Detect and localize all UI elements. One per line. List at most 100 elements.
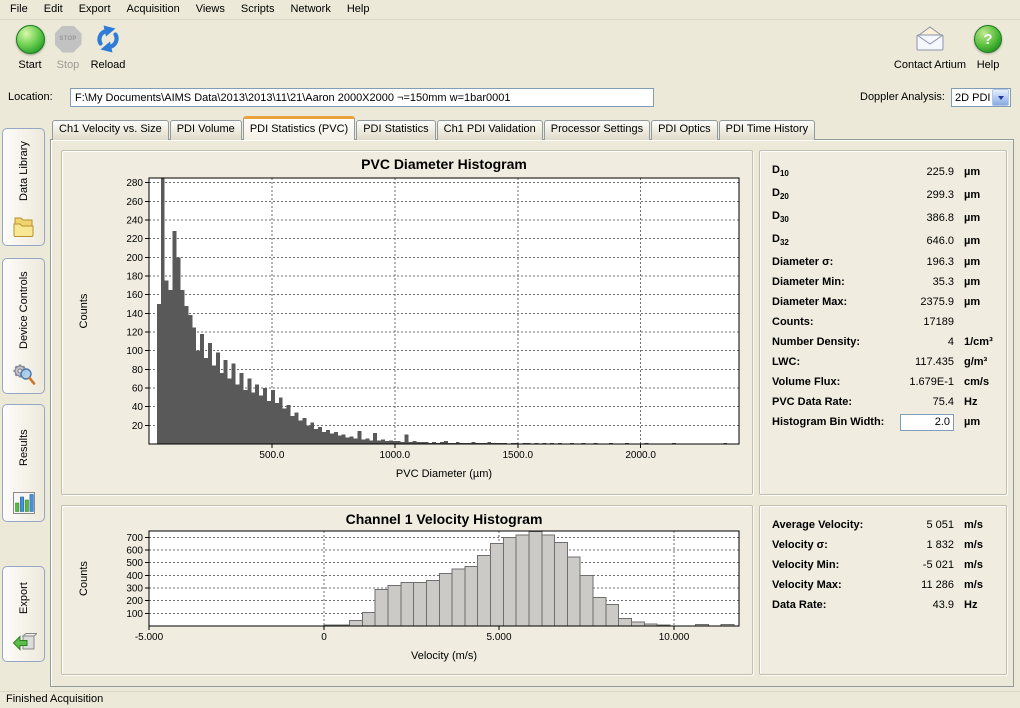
stat-label: Average Velocity:: [772, 519, 894, 531]
menu-export[interactable]: Export: [71, 1, 119, 18]
sidebar-item-label: Device Controls: [18, 259, 30, 362]
histogram-bin-width-input[interactable]: [900, 414, 954, 431]
status-text: Finished Acquisition: [6, 693, 103, 705]
stat-label: Velocity σ:: [772, 539, 894, 551]
sidebar-item-label: Results: [18, 405, 30, 490]
menu-acquisition[interactable]: Acquisition: [119, 1, 188, 18]
doppler-analysis-value: 2D PDI: [952, 92, 992, 104]
stat-unit: m/s: [954, 539, 996, 551]
help-button[interactable]: ? Help: [968, 22, 1008, 71]
sidebar-item-export[interactable]: Export: [2, 566, 45, 662]
stop-button[interactable]: STOP Stop: [50, 22, 86, 71]
sidebar-item-results[interactable]: Results: [2, 404, 45, 522]
app-window: FileEditExportAcquisitionViewsScriptsNet…: [0, 0, 1020, 708]
stat-label: Histogram Bin Width:: [772, 416, 894, 428]
sidebar-item-device-controls[interactable]: Device Controls: [2, 258, 45, 394]
stat-label: D20: [772, 187, 894, 201]
sidebar: Data Library Device Controls Results Export: [2, 119, 48, 686]
stat-label: Diameter σ:: [772, 256, 894, 268]
tab-pdi-optics[interactable]: PDI Optics: [651, 120, 718, 140]
svg-text:200: 200: [126, 253, 143, 264]
stat-unit: µm: [954, 166, 996, 178]
results-icon: [11, 490, 37, 516]
location-label: Location:: [8, 91, 53, 103]
location-input[interactable]: [70, 88, 654, 107]
stat-row: Average Velocity:5 051m/s: [772, 515, 996, 535]
stat-label: Volume Flux:: [772, 376, 894, 388]
chevron-down-icon[interactable]: [992, 89, 1009, 106]
stat-label: Velocity Max:: [772, 579, 894, 591]
stat-row: PVC Data Rate:75.4Hz: [772, 392, 996, 412]
reload-button-label: Reload: [86, 59, 130, 71]
chart-xlabel: Velocity (m/s): [411, 650, 477, 662]
stop-icon: STOP: [55, 26, 82, 53]
reload-button[interactable]: Reload: [86, 22, 130, 71]
svg-text:280: 280: [126, 178, 143, 189]
chart-ylabel: Counts: [78, 561, 90, 596]
svg-text:120: 120: [126, 328, 143, 339]
help-button-label: Help: [968, 59, 1008, 71]
stat-value: 299.3: [894, 189, 954, 201]
contact-artium-button[interactable]: Contact Artium: [892, 22, 968, 71]
menu-views[interactable]: Views: [188, 1, 233, 18]
stat-unit: µm: [954, 296, 996, 308]
pvc-stats-panel: D10225.9µmD20299.3µmD30386.8µmD32646.0µm…: [759, 150, 1007, 495]
stat-unit: m/s: [954, 559, 996, 571]
svg-text:300: 300: [126, 584, 143, 595]
svg-text:140: 140: [126, 309, 143, 320]
svg-text:240: 240: [126, 216, 143, 227]
svg-text:400: 400: [126, 571, 143, 582]
stat-row: Velocity σ:1 832m/s: [772, 535, 996, 555]
start-icon: [16, 25, 45, 54]
svg-text:500: 500: [126, 558, 143, 569]
stat-unit: g/m³: [954, 356, 996, 368]
menu-file[interactable]: File: [2, 1, 36, 18]
stat-value: 5 051: [894, 519, 954, 531]
menu-network[interactable]: Network: [282, 1, 338, 18]
stat-label: LWC:: [772, 356, 894, 368]
sidebar-item-label: Data Library: [18, 129, 30, 214]
tab-processor-settings[interactable]: Processor Settings: [544, 120, 650, 140]
tab-pdi-statistics[interactable]: PDI Statistics: [356, 120, 435, 140]
start-button[interactable]: Start: [10, 22, 50, 71]
stat-unit: µm: [954, 212, 996, 224]
stat-row: D30386.8µm: [772, 206, 996, 229]
svg-text:0: 0: [321, 632, 327, 643]
stat-row: Velocity Max:11 286m/s: [772, 575, 996, 595]
stat-value: 196.3: [894, 256, 954, 268]
stat-row: Data Rate:43.9Hz: [772, 595, 996, 615]
svg-text:1500.0: 1500.0: [502, 450, 533, 461]
stat-label: D30: [772, 210, 894, 224]
tab-ch1-velocity-vs-size[interactable]: Ch1 Velocity vs. Size: [52, 120, 169, 140]
tab-ch1-pdi-validation[interactable]: Ch1 PDI Validation: [437, 120, 543, 140]
svg-text:100: 100: [126, 346, 143, 357]
stat-value: 225.9: [894, 166, 954, 178]
stat-row: Volume Flux:1.679E-1cm/s: [772, 372, 996, 392]
stat-value: 4: [894, 336, 954, 348]
svg-text:200: 200: [126, 596, 143, 607]
stat-unit: µm: [954, 276, 996, 288]
stat-unit: 1/cm³: [954, 336, 996, 348]
stat-row: D20299.3µm: [772, 183, 996, 206]
stop-button-label: Stop: [50, 59, 86, 71]
stat-value: 11 286: [894, 579, 954, 591]
stat-value: 17189: [894, 316, 954, 328]
svg-text:160: 160: [126, 290, 143, 301]
sidebar-item-label: Export: [18, 567, 30, 630]
menu-help[interactable]: Help: [339, 1, 378, 18]
tab-pdi-statistics-pvc[interactable]: PDI Statistics (PVC): [243, 116, 355, 140]
folder-icon: [11, 214, 37, 240]
stat-row: Diameter σ:196.3µm: [772, 252, 996, 272]
doppler-analysis-select[interactable]: 2D PDI: [951, 88, 1011, 107]
stat-unit: µm: [954, 235, 996, 247]
menu-scripts[interactable]: Scripts: [233, 1, 283, 18]
stat-unit: m/s: [954, 519, 996, 531]
sidebar-item-data-library[interactable]: Data Library: [2, 128, 45, 246]
svg-text:20: 20: [132, 421, 144, 432]
tab-pdi-time-history[interactable]: PDI Time History: [719, 120, 816, 140]
tab-pdi-volume[interactable]: PDI Volume: [170, 120, 242, 140]
toolbar: Start STOP Stop Reload Contact Artium ? …: [0, 20, 1020, 84]
menu-edit[interactable]: Edit: [36, 1, 71, 18]
pvc-histogram-panel: 2040608010012014016018020022024026028050…: [61, 150, 753, 495]
stat-row: Number Density:41/cm³: [772, 332, 996, 352]
